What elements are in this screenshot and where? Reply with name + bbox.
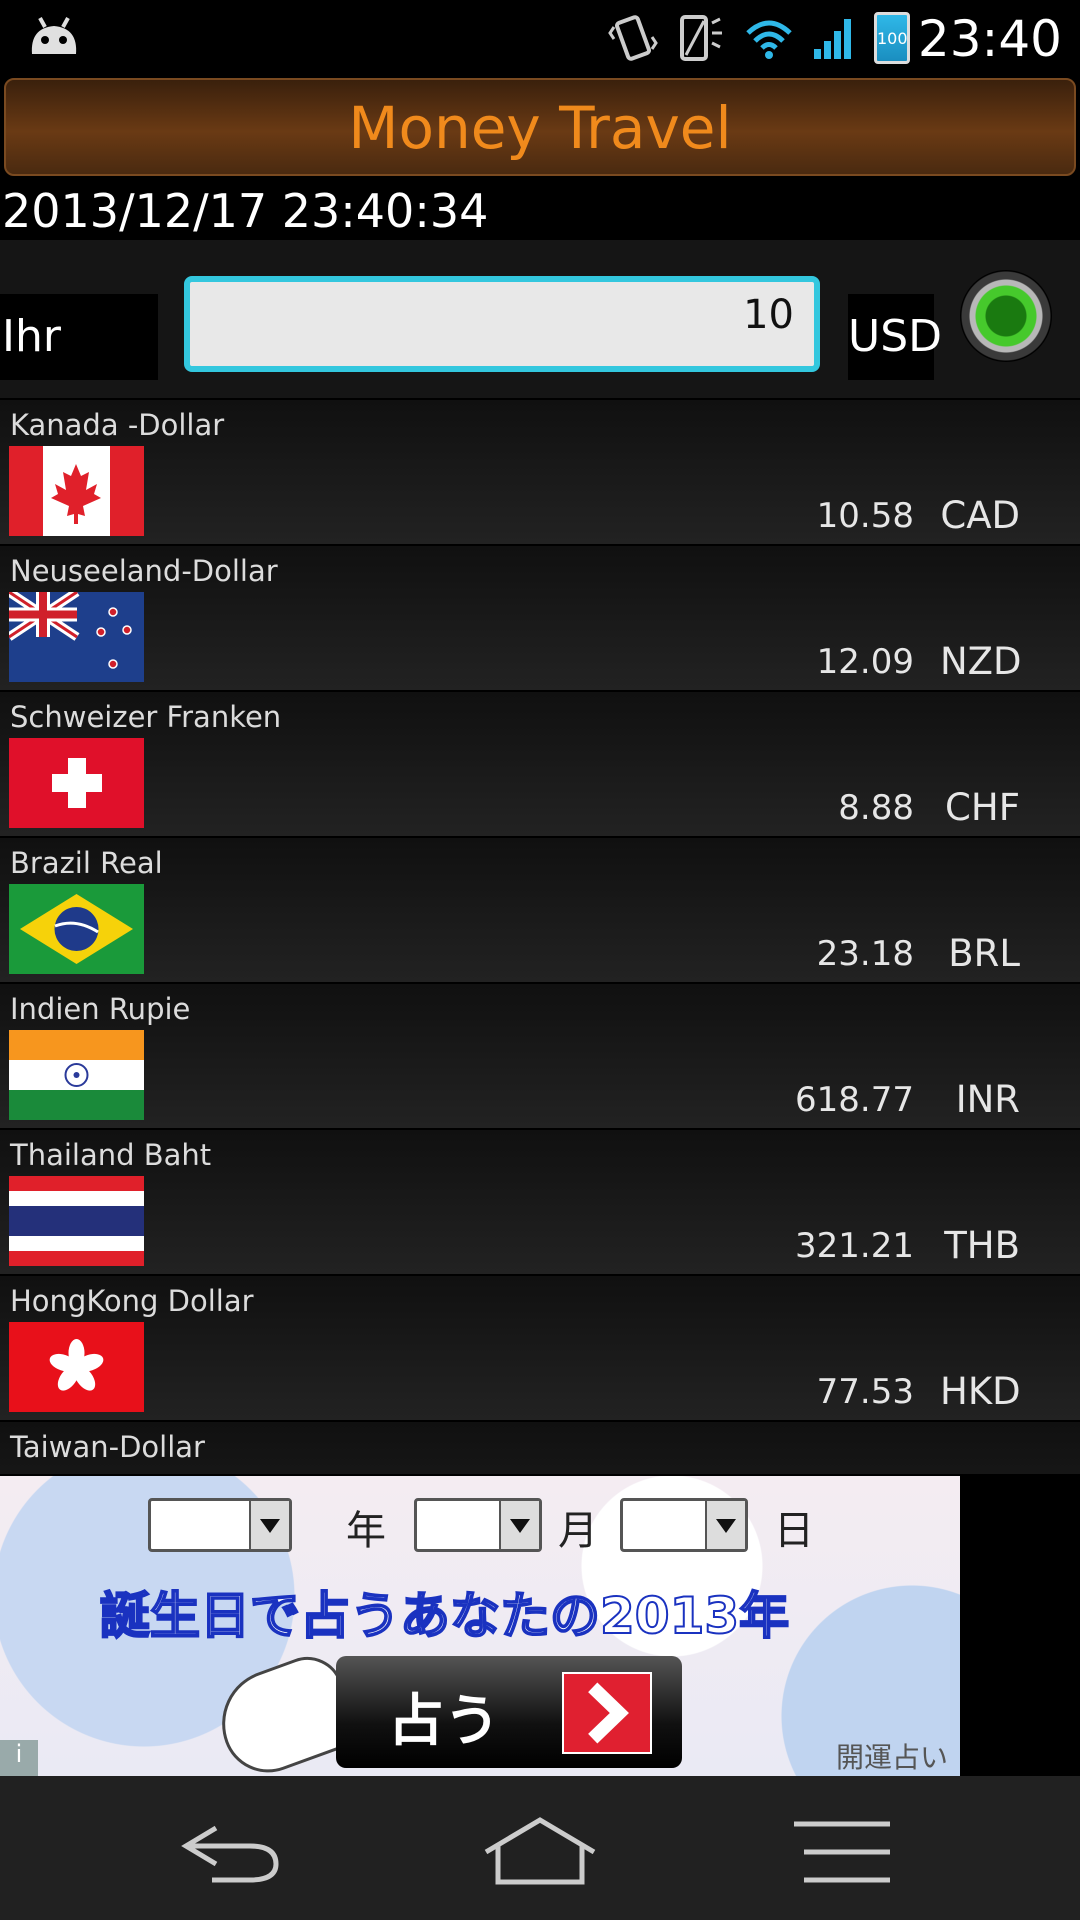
india-flag-icon (9, 1030, 144, 1120)
refresh-button[interactable] (960, 270, 1052, 362)
status-bar: 100 23:40 (0, 0, 1080, 76)
day-select[interactable] (620, 1498, 748, 1552)
currency-code: INR (955, 1078, 1020, 1121)
currency-name: Brazil Real (10, 846, 163, 880)
currency-row-thb[interactable]: Thailand Baht 321.21 THB (0, 1130, 1080, 1276)
menu-icon[interactable] (790, 1816, 910, 1886)
currency-name: Thailand Baht (10, 1138, 212, 1172)
title-bar: Money Travel (4, 78, 1076, 176)
back-icon[interactable] (172, 1816, 292, 1886)
fortune-button-label: 占う (388, 1689, 500, 1754)
currency-code: BRL (948, 932, 1020, 975)
wifi-icon (746, 20, 792, 59)
chevron-down-icon (499, 1501, 539, 1549)
battery-level: 100 (877, 29, 908, 48)
converted-value: 8.88 (838, 788, 914, 828)
currency-code: CHF (945, 786, 1020, 829)
month-unit: 月 (558, 1508, 598, 1554)
ad-footer: 開運占い (835, 1741, 948, 1774)
ad-banner[interactable]: 年 月 日 誕生日で占うあなたの2013年 占う 開運占い i (0, 1476, 960, 1776)
chevron-down-icon (249, 1501, 289, 1549)
currency-code: NZD (940, 640, 1022, 683)
base-currency-button[interactable]: USD (848, 294, 942, 380)
thailand-flag-icon (9, 1176, 144, 1266)
fortune-button[interactable]: 占う (336, 1656, 682, 1768)
battery-icon: 100 (874, 12, 910, 64)
navigation-bar (0, 1776, 1080, 1920)
ad-info-icon[interactable]: i (0, 1740, 38, 1776)
amount-row: Ihr Geld 10 USD (0, 240, 1080, 448)
currency-row-twd[interactable]: Taiwan-Dollar (0, 1422, 1080, 1474)
converted-value: 10.58 (816, 496, 914, 536)
brazil-flag-icon (9, 884, 144, 974)
currency-name: Taiwan-Dollar (10, 1430, 205, 1464)
currency-row-nzd[interactable]: Neuseeland-Dollar 12.09 NZD (0, 546, 1080, 692)
hong-kong-flag-icon (9, 1322, 144, 1412)
arrow-right-icon (562, 1672, 652, 1754)
converted-value: 618.77 (795, 1080, 914, 1120)
currency-name: HongKong Dollar (10, 1284, 254, 1318)
canada-flag-icon (9, 446, 144, 536)
currency-row-inr[interactable]: Indien Rupie 618.77 INR (0, 984, 1080, 1130)
month-select[interactable] (414, 1498, 542, 1552)
converted-value: 12.09 (816, 642, 914, 682)
vibrate-icon (608, 15, 658, 61)
currency-name: Indien Rupie (10, 992, 191, 1026)
year-select[interactable] (148, 1498, 292, 1552)
currency-row-cad[interactable]: Kanada -Dollar 10.58 CAD (0, 400, 1080, 546)
android-icon (31, 17, 77, 54)
currency-row-chf[interactable]: Schweizer Franken 8.88 CHF (0, 692, 1080, 838)
app-title: Money Travel (348, 94, 732, 162)
currency-code: CAD (940, 494, 1020, 537)
converted-value: 77.53 (816, 1372, 914, 1412)
amount-label: Ihr Geld (0, 294, 158, 448)
ad-headline: 誕生日で占うあなたの2013年 (99, 1586, 790, 1646)
currency-list[interactable]: Kanada -Dollar 10.58 CAD Neuseeland-Doll… (0, 400, 1080, 1474)
cell-signal-icon (814, 19, 851, 59)
currency-row-hkd[interactable]: HongKong Dollar 77.53 HKD (0, 1276, 1080, 1422)
amount-input[interactable]: 10 (184, 276, 820, 372)
new-zealand-flag-icon (9, 592, 144, 682)
currency-code: THB (944, 1224, 1020, 1267)
currency-name: Schweizer Franken (10, 700, 282, 734)
home-icon[interactable] (480, 1816, 600, 1886)
currency-code: HKD (940, 1370, 1021, 1413)
clock: 23:40 (917, 10, 1062, 68)
chevron-down-icon (705, 1501, 745, 1549)
converted-value: 23.18 (816, 934, 914, 974)
phone-signal-icon (680, 15, 722, 61)
day-unit: 日 (774, 1508, 814, 1554)
currency-name: Kanada -Dollar (10, 408, 225, 442)
year-unit: 年 (346, 1508, 386, 1554)
currency-row-brl[interactable]: Brazil Real 23.18 BRL (0, 838, 1080, 984)
converted-value: 321.21 (795, 1226, 914, 1266)
switzerland-flag-icon (9, 738, 144, 828)
rate-timestamp: 2013/12/17 23:40:34 (2, 184, 489, 238)
currency-name: Neuseeland-Dollar (10, 554, 278, 588)
